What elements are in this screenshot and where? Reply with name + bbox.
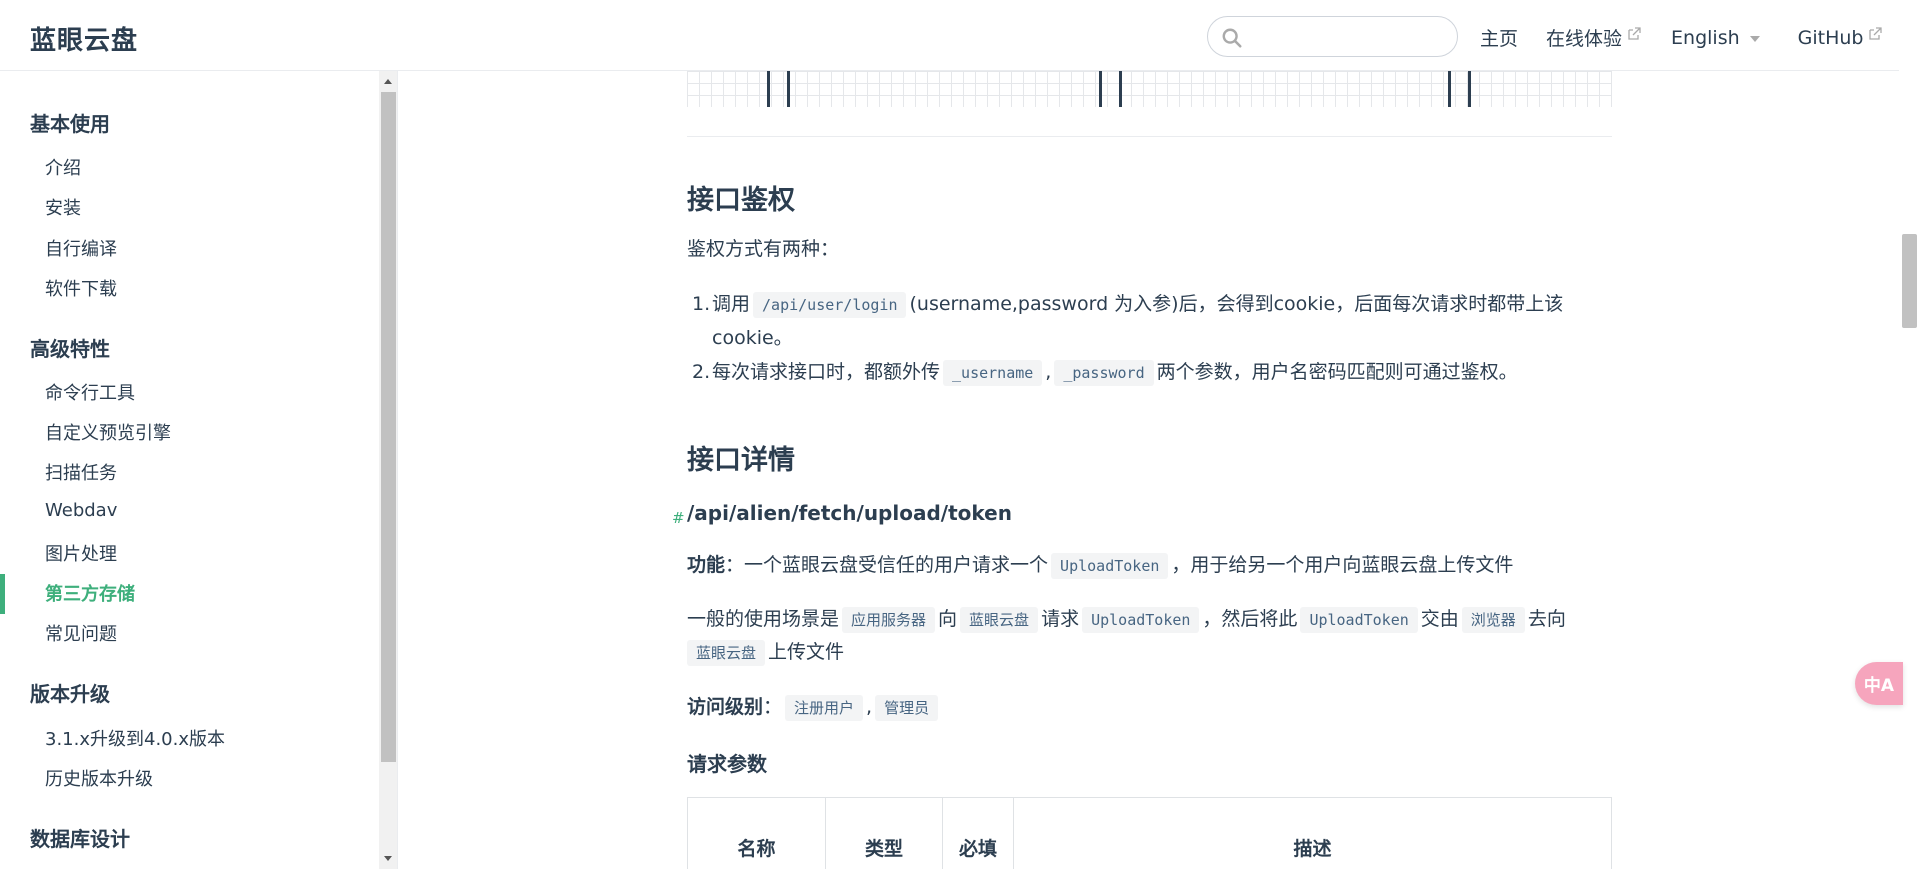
scroll-up-icon[interactable] [384, 79, 392, 84]
text: 向 [938, 608, 958, 630]
inline-code: 管理员 [875, 695, 939, 721]
text: 交由 [1420, 608, 1459, 630]
table-header-desc: 描述 [1013, 797, 1612, 869]
sidebar-item-compile[interactable]: 自行编译 [45, 235, 117, 261]
text: (username,password 为入参)后，会得到cookie，后面每次请… [909, 293, 1564, 315]
diagram-image [687, 71, 1612, 107]
sidebar-item-third-party-storage[interactable]: 第三方存储 [45, 580, 135, 606]
divider [687, 136, 1612, 137]
list-item: 每次请求接口时，都额外传 _username, _password 两个参数，用户名密… [712, 355, 1518, 390]
sidebar-item-install[interactable]: 安装 [45, 194, 81, 220]
table-header-required: 必填 [942, 797, 1014, 869]
nav-language-dropdown[interactable]: English [1671, 27, 1760, 49]
table-header-type: 类型 [825, 797, 943, 869]
list-item: 调用/api/user/login (username,password 为入参)… [712, 287, 1563, 322]
sidebar-item-scan-task[interactable]: 扫描任务 [45, 459, 117, 485]
sidebar-item-cli[interactable]: 命令行工具 [45, 379, 135, 405]
scene-description-cont: 蓝眼云盘 上传文件 [687, 636, 844, 670]
text: ： [725, 554, 745, 576]
sidebar-item-preview-engine[interactable]: 自定义预览引擎 [45, 419, 171, 445]
sidebar-item-upgrade-31-40[interactable]: 3.1.x升级到4.0.x版本 [45, 725, 225, 751]
text: ，用于给另一个用户向蓝眼云盘上传文件 [1171, 554, 1514, 576]
inline-code: _password [1054, 360, 1154, 386]
text: 每次请求接口时，都额外传 [712, 361, 941, 383]
access-level: 访问级别： 注册用户, 管理员 [687, 691, 941, 725]
sidebar-item-intro[interactable]: 介绍 [45, 154, 81, 180]
diagram-line [1119, 71, 1122, 107]
site-name[interactable]: 蓝眼云盘 [30, 20, 138, 57]
sidebar-scrollbar-thumb[interactable] [381, 92, 396, 762]
diagram-line [1468, 71, 1471, 107]
func-label: 功能 [687, 554, 726, 576]
inline-code: UploadToken [1082, 607, 1200, 633]
main-content: 接口鉴权 鉴权方式有两种： 1. 调用/api/user/login (usern… [672, 0, 1612, 869]
text: 调用 [712, 293, 751, 315]
sidebar-item-history-upgrade[interactable]: 历史版本升级 [45, 765, 153, 791]
text: 上传文件 [768, 641, 845, 663]
nav-github-label: GitHub [1797, 26, 1864, 49]
translate-button[interactable]: 中A [1855, 662, 1903, 705]
inline-code: 注册用户 [785, 695, 864, 721]
sidebar-item-image[interactable]: 图片处理 [45, 540, 117, 566]
sidebar-item-download[interactable]: 软件下载 [45, 275, 117, 301]
scroll-down-icon[interactable] [384, 856, 392, 861]
text: 一般的使用场景是 [687, 608, 840, 630]
access-label: 访问级别 [687, 696, 764, 718]
inline-code: 蓝眼云盘 [687, 640, 766, 666]
external-link-icon [1869, 26, 1883, 40]
sidebar-group-upgrade[interactable]: 版本升级 [30, 678, 110, 707]
text: ： [763, 696, 783, 718]
chevron-down-icon [1749, 35, 1760, 42]
text: ，然后将此 [1202, 608, 1298, 630]
heading-details: 接口详情 [687, 445, 795, 476]
active-indicator [0, 574, 5, 614]
text: , [866, 696, 873, 718]
params-heading: 请求参数 [687, 752, 767, 776]
sidebar-item-webdav[interactable]: Webdav [45, 500, 117, 521]
scene-description: 一般的使用场景是 应用服务器向蓝眼云盘 请求 UploadToken ，然后将此 Uplo… [687, 603, 1566, 637]
table-header-name: 名称 [687, 797, 826, 869]
sidebar-group-database[interactable]: 数据库设计 [30, 823, 130, 852]
header-anchor[interactable]: # [672, 509, 685, 527]
api-path-title: /api/alien/fetch/upload/token [687, 501, 1012, 525]
text: 请求 [1041, 608, 1080, 630]
text: , [1045, 361, 1052, 383]
params-table: 名称 类型 必填 描述 [687, 797, 1612, 869]
inline-code: _username [943, 360, 1043, 386]
inline-code: 浏览器 [1461, 607, 1525, 633]
page-scrollbar-thumb[interactable] [1902, 234, 1917, 328]
translate-icon: 中A [1863, 676, 1895, 696]
inline-code: 应用服务器 [842, 607, 936, 633]
text: 一个蓝眼云盘受信任的用户请求一个 [744, 554, 1049, 576]
heading-auth: 接口鉴权 [687, 185, 795, 216]
nav-language-label: English [1671, 26, 1740, 49]
diagram-line [1448, 71, 1451, 107]
diagram-line [767, 71, 770, 107]
text: 去向 [1527, 608, 1566, 630]
nav-github-link[interactable]: GitHub [1798, 27, 1883, 49]
sidebar-item-faq[interactable]: 常见问题 [45, 620, 117, 646]
sidebar-group-basic[interactable]: 基本使用 [30, 108, 110, 137]
external-link-icon [1628, 26, 1641, 40]
inline-code: UploadToken [1051, 553, 1169, 579]
inline-code: /api/user/login [753, 292, 907, 318]
page-scrollbar[interactable] [1899, 0, 1920, 869]
list-item-cont: cookie。 [712, 327, 793, 349]
table-header-row: 名称 类型 必填 描述 [687, 797, 1612, 869]
inline-code: 蓝眼云盘 [960, 607, 1039, 633]
text: 两个参数，用户名密码匹配则可通过鉴权。 [1156, 361, 1518, 383]
list-number: 2. [692, 361, 711, 383]
list-number: 1. [692, 293, 711, 315]
auth-intro: 鉴权方式有两种： [687, 238, 840, 260]
diagram-line [1099, 71, 1102, 107]
sidebar: 基本使用 介绍 安装 自行编译 软件下载 高级特性 命令行工具 自定义预览引擎 … [0, 71, 398, 869]
diagram-line [787, 71, 790, 107]
sidebar-group-advanced[interactable]: 高级特性 [30, 333, 110, 362]
inline-code: UploadToken [1300, 607, 1418, 633]
func-description: 功能：一个蓝眼云盘受信任的用户请求一个 UploadToken ，用于给另一个用户向… [687, 549, 1513, 583]
